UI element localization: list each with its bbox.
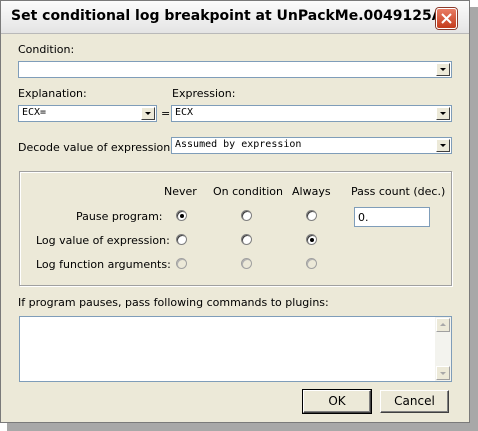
expression-value: ECX [175, 107, 194, 118]
decode-combobox[interactable]: Assumed by expression [171, 137, 452, 154]
dialog-title: Set conditional log breakpoint at UnPack… [11, 8, 443, 24]
commands-label: If program pauses, pass following comman… [18, 296, 329, 309]
cancel-button[interactable]: Cancel [380, 390, 449, 413]
equals-sign: = [161, 107, 171, 120]
column-always: Always [292, 185, 331, 198]
title-bar[interactable]: Set conditional log breakpoint at UnPack… [1, 1, 469, 34]
dialog-window: Set conditional log breakpoint at UnPack… [0, 0, 470, 423]
pass-count-value: 0. [358, 211, 369, 224]
decode-label: Decode value of expression as: [18, 141, 190, 154]
scroll-down-arrow-icon[interactable] [436, 366, 450, 380]
log-value-always-radio[interactable] [306, 234, 317, 245]
explanation-value: ECX= [22, 107, 47, 118]
pause-never-radio[interactable] [176, 210, 187, 221]
log-value-label: Log value of expression: [36, 234, 170, 247]
explanation-dropdown-arrow[interactable] [141, 107, 155, 120]
pause-on-condition-radio[interactable] [241, 210, 252, 221]
decode-dropdown-arrow[interactable] [436, 139, 450, 152]
column-pass-count: Pass count (dec.) [351, 185, 446, 198]
close-icon [441, 13, 452, 24]
column-on-condition: On condition [213, 185, 283, 198]
log-args-always-radio[interactable] [306, 258, 317, 269]
pause-always-radio[interactable] [306, 210, 317, 221]
log-args-never-radio[interactable] [176, 258, 187, 269]
scroll-up-arrow-icon[interactable] [436, 318, 450, 332]
commands-scrollbar[interactable] [435, 317, 451, 381]
log-args-on-condition-radio[interactable] [241, 258, 252, 269]
close-button[interactable] [436, 8, 457, 29]
plugin-commands-textarea[interactable] [19, 316, 452, 382]
explanation-combobox[interactable]: ECX= [18, 105, 157, 122]
condition-combobox[interactable] [18, 61, 452, 78]
column-never: Never [164, 185, 197, 198]
condition-label: Condition: [18, 43, 75, 56]
expression-dropdown-arrow[interactable] [436, 107, 450, 120]
log-value-on-condition-radio[interactable] [241, 234, 252, 245]
pause-program-label: Pause program: [76, 210, 163, 223]
expression-label: Expression: [172, 87, 236, 100]
decode-value: Assumed by expression [175, 139, 302, 150]
log-arguments-label: Log function arguments: [36, 258, 171, 271]
pass-count-input[interactable]: 0. [354, 207, 430, 227]
ok-button[interactable]: OK [302, 389, 372, 414]
log-value-never-radio[interactable] [176, 234, 187, 245]
expression-combobox[interactable]: ECX [171, 105, 452, 122]
explanation-label: Explanation: [18, 87, 87, 100]
condition-dropdown-arrow[interactable] [436, 63, 450, 76]
